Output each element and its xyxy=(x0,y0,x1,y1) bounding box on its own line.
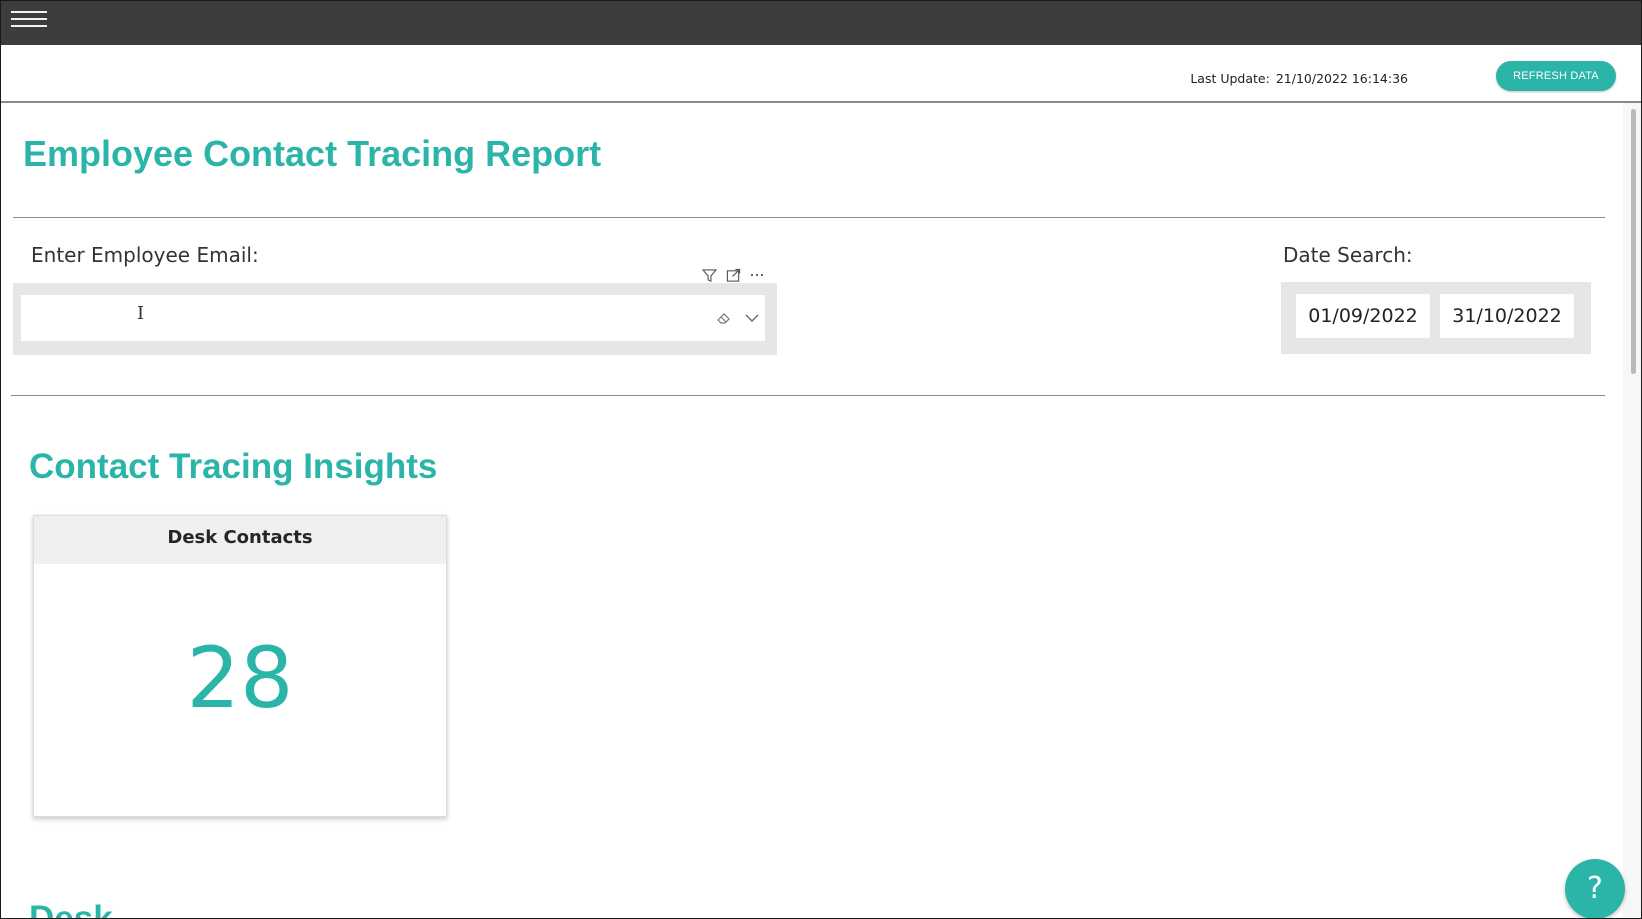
scrollbar-thumb[interactable] xyxy=(1631,109,1636,374)
focus-mode-icon[interactable] xyxy=(725,267,741,283)
email-slicer: I xyxy=(13,283,777,355)
card-title: Desk Contacts xyxy=(34,516,446,564)
hamburger-icon[interactable] xyxy=(11,11,47,29)
report-title: Employee Contact Tracing Report xyxy=(23,133,602,174)
email-search-box: I xyxy=(21,295,765,343)
filter-icon[interactable] xyxy=(701,267,717,283)
text-cursor-icon: I xyxy=(137,303,145,324)
start-date-input[interactable]: 01/09/2022 xyxy=(1296,294,1430,338)
last-update-value: 21/10/2022 16:14:36 xyxy=(1275,71,1408,86)
date-filter-label: Date Search: xyxy=(1283,243,1413,267)
insights-title: Contact Tracing Insights xyxy=(29,447,438,486)
desk-contacts-card: Desk Contacts 28 xyxy=(33,515,447,817)
card-value: 28 xyxy=(186,629,294,727)
report-canvas: Employee Contact Tracing Report Enter Em… xyxy=(1,103,1621,918)
vertical-scrollbar[interactable] xyxy=(1623,103,1641,918)
divider xyxy=(13,217,1605,218)
last-update: Last Update: 21/10/2022 16:14:36 xyxy=(1190,71,1408,86)
date-slicer: 01/09/2022 31/10/2022 xyxy=(1281,282,1591,354)
divider xyxy=(11,395,1605,396)
more-options-icon[interactable] xyxy=(749,267,765,283)
last-update-label: Last Update: xyxy=(1190,71,1270,86)
visual-header-tools xyxy=(701,267,765,283)
section-heading-partial: Desk xyxy=(29,899,113,918)
top-bar xyxy=(1,1,1641,45)
email-search-input[interactable] xyxy=(31,295,655,343)
update-bar: Last Update: 21/10/2022 16:14:36 REFRESH … xyxy=(1,45,1641,103)
app-window: Last Update: 21/10/2022 16:14:36 REFRESH … xyxy=(0,0,1642,919)
email-filter-label: Enter Employee Email: xyxy=(31,243,259,267)
eraser-icon[interactable] xyxy=(715,309,733,327)
chevron-down-icon[interactable] xyxy=(743,309,761,327)
refresh-data-button[interactable]: REFRESH DATA xyxy=(1496,61,1616,91)
help-button[interactable]: ? xyxy=(1565,859,1625,918)
end-date-input[interactable]: 31/10/2022 xyxy=(1440,294,1574,338)
